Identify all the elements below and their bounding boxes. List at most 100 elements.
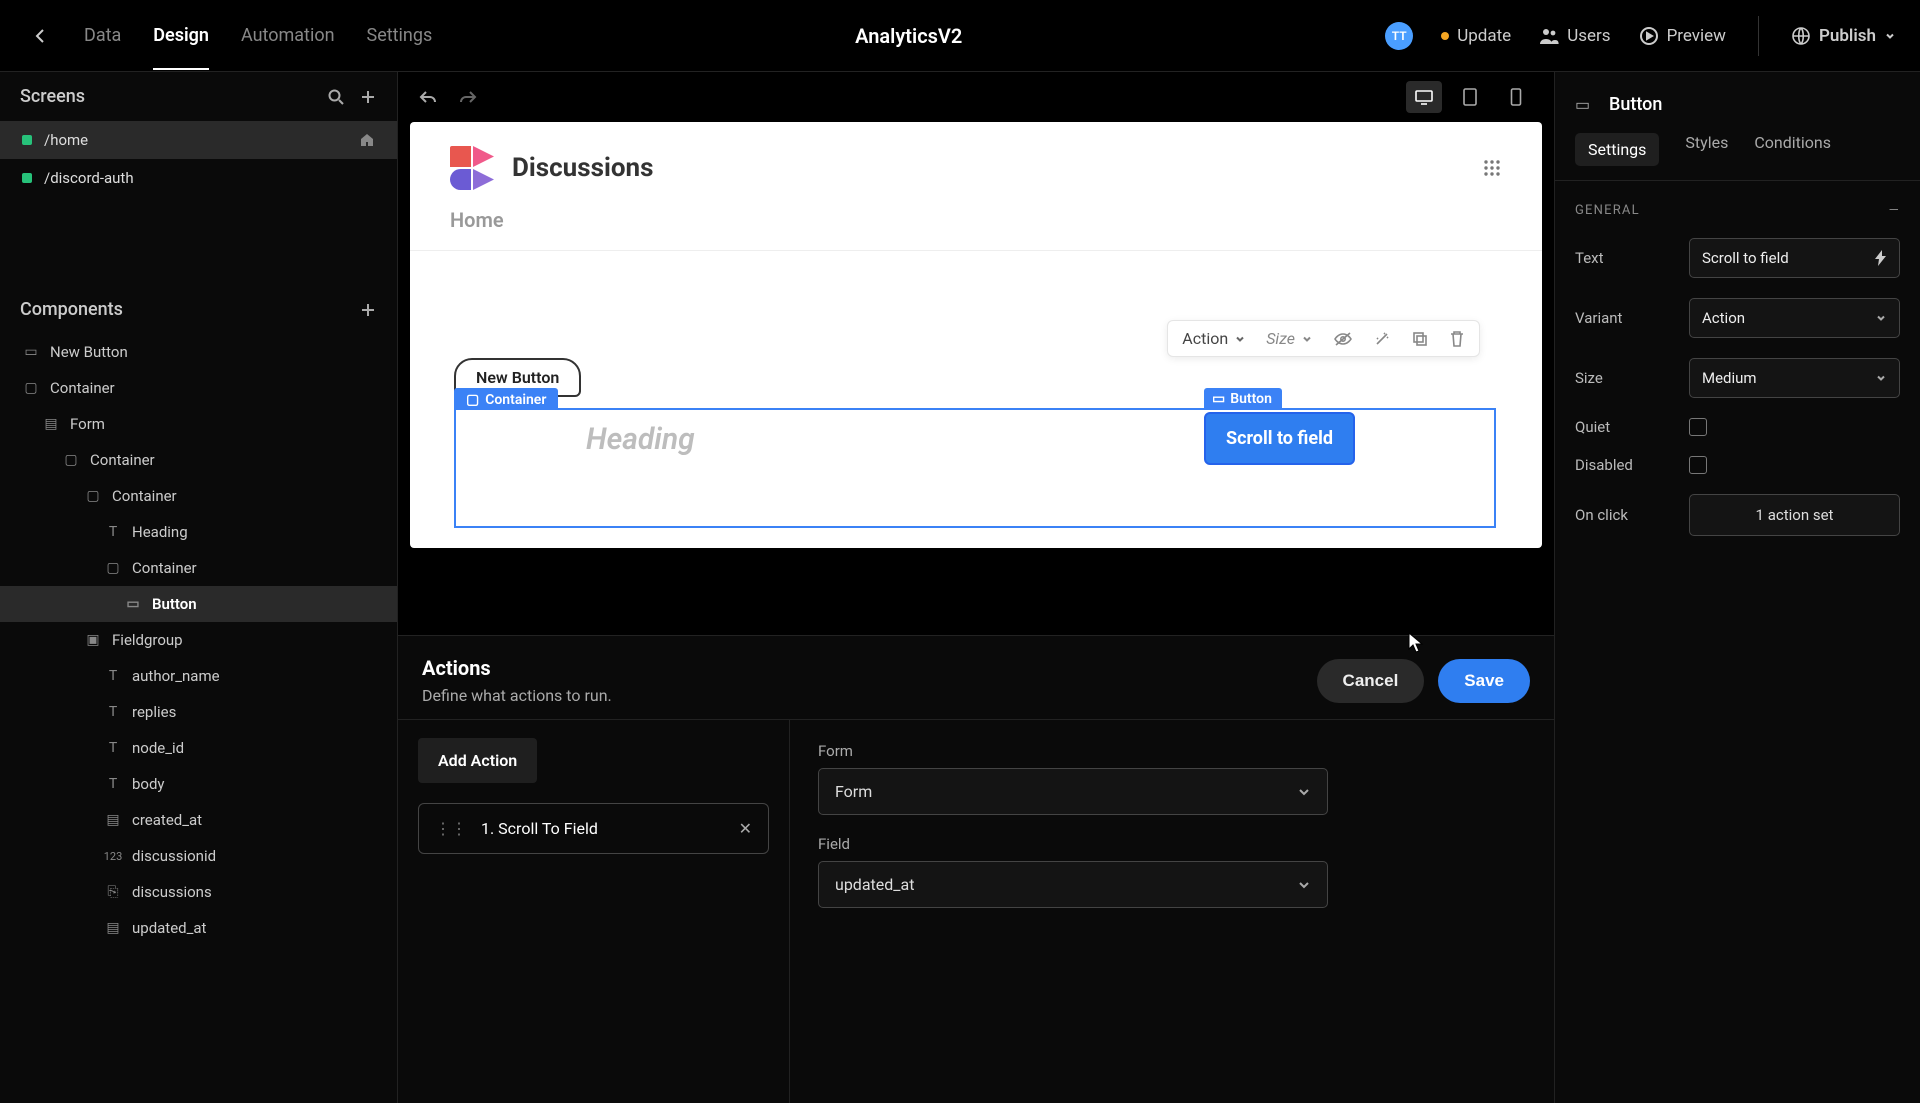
tree-container[interactable]: ▢Container (0, 370, 397, 406)
canvas[interactable]: Discussions Home Action Size New Button … (410, 122, 1542, 548)
rtab-conditions[interactable]: Conditions (1754, 133, 1831, 166)
tree-field[interactable]: Tbody (0, 766, 397, 802)
disabled-checkbox[interactable] (1689, 456, 1707, 474)
action-item-label: 1. Scroll To Field (481, 819, 725, 838)
heading-placeholder[interactable]: Heading (586, 422, 695, 457)
undo-button[interactable] (418, 88, 438, 106)
prop-text-label: Text (1575, 249, 1675, 267)
action-item[interactable]: ⋮⋮ 1. Scroll To Field ✕ (418, 803, 769, 854)
actions-subtitle: Define what actions to run. (422, 686, 612, 705)
tree-field[interactable]: Tauthor_name (0, 658, 397, 694)
prop-quiet-label: Quiet (1575, 418, 1675, 436)
publish-button[interactable]: Publish (1791, 26, 1896, 46)
tree-heading[interactable]: THeading (0, 514, 397, 550)
update-dot-icon (1441, 32, 1449, 40)
divider (1758, 16, 1759, 56)
save-button[interactable]: Save (1438, 659, 1530, 703)
magic-icon[interactable] (1373, 330, 1391, 348)
tree-field[interactable]: ▤updated_at (0, 910, 397, 946)
tree-label: Container (132, 559, 197, 577)
tree-label: Form (70, 415, 105, 433)
chevron-down-icon (1884, 30, 1896, 42)
back-button[interactable] (24, 20, 56, 52)
text-input[interactable]: Scroll to field (1689, 238, 1900, 278)
tree-label: discussions (132, 883, 212, 901)
text-icon: T (104, 776, 122, 792)
variant-select[interactable]: Action (1689, 298, 1900, 338)
rtab-styles[interactable]: Styles (1685, 133, 1728, 166)
tab-design[interactable]: Design (153, 1, 209, 70)
redo-button[interactable] (458, 88, 478, 106)
bolt-icon[interactable] (1875, 250, 1887, 266)
tree-field[interactable]: ▤created_at (0, 802, 397, 838)
quiet-checkbox[interactable] (1689, 418, 1707, 436)
add-screen-icon[interactable] (359, 88, 377, 106)
add-action-button[interactable]: Add Action (418, 738, 537, 783)
tree-new-button[interactable]: ▭New Button (0, 334, 397, 370)
field-select-value: updated_at (835, 875, 914, 894)
variant-label: Action (1182, 329, 1228, 348)
actions-title: Actions (422, 656, 612, 680)
tree-container[interactable]: ▢Container (0, 442, 397, 478)
search-screens-icon[interactable] (327, 88, 345, 106)
collapse-icon[interactable]: — (1889, 203, 1900, 218)
device-mobile[interactable] (1498, 81, 1534, 113)
container-icon: ▢ (84, 488, 102, 504)
canvas-scroll-button[interactable]: Scroll to field (1204, 412, 1355, 465)
center-area: Discussions Home Action Size New Button … (398, 72, 1554, 1103)
avatar[interactable]: TT (1385, 22, 1413, 50)
cancel-button[interactable]: Cancel (1317, 659, 1425, 703)
variant-select[interactable]: Action (1182, 329, 1246, 348)
screen-home[interactable]: /home (0, 121, 397, 159)
tab-automation[interactable]: Automation (241, 1, 335, 70)
remove-action-icon[interactable]: ✕ (739, 819, 752, 838)
element-type-label: Button (1609, 94, 1662, 115)
tree-form[interactable]: ▤Form (0, 406, 397, 442)
size-value: Medium (1702, 369, 1757, 387)
tab-settings[interactable]: Settings (367, 1, 433, 70)
rtab-settings[interactable]: Settings (1575, 133, 1659, 166)
form-select[interactable]: Form (818, 768, 1328, 815)
screen-discord-auth[interactable]: /discord-auth (0, 159, 397, 197)
preview-button[interactable]: Preview (1639, 26, 1726, 46)
size-select[interactable]: Size (1266, 329, 1313, 348)
onclick-actions-button[interactable]: 1 action set (1689, 494, 1900, 536)
tree-field[interactable]: ⎘discussions (0, 874, 397, 910)
button-tag[interactable]: ▭Button (1204, 388, 1282, 410)
tree-field[interactable]: Treplies (0, 694, 397, 730)
delete-icon[interactable] (1449, 330, 1465, 348)
canvas-apps-icon[interactable] (1482, 158, 1502, 178)
chevron-down-icon (1297, 785, 1311, 799)
tree-button-selected[interactable]: ▭Button (0, 586, 397, 622)
update-button[interactable]: Update (1441, 26, 1511, 46)
tree-field[interactable]: 123discussionid (0, 838, 397, 874)
device-desktop[interactable] (1406, 81, 1442, 113)
drag-handle-icon[interactable]: ⋮⋮ (435, 819, 467, 838)
chevron-down-icon (1875, 312, 1887, 324)
visibility-icon[interactable] (1333, 331, 1353, 347)
variant-value: Action (1702, 309, 1745, 327)
play-icon (1639, 26, 1659, 46)
tree-fieldgroup[interactable]: ▣Fieldgroup (0, 622, 397, 658)
prop-disabled-label: Disabled (1575, 456, 1675, 474)
button-icon: ▭ (124, 596, 142, 612)
field-select[interactable]: updated_at (818, 861, 1328, 908)
text-icon: T (104, 740, 122, 756)
tree-field[interactable]: Tnode_id (0, 730, 397, 766)
right-panel: ▭ Button Settings Styles Conditions GENE… (1554, 72, 1920, 1103)
tree-label: replies (132, 703, 176, 721)
duplicate-icon[interactable] (1411, 330, 1429, 348)
components-title: Components (20, 299, 123, 320)
tab-data[interactable]: Data (84, 1, 121, 70)
button-type-icon: ▭ (1575, 95, 1597, 114)
users-button[interactable]: Users (1539, 26, 1610, 46)
chevron-down-icon (1301, 333, 1313, 345)
tree-label: Heading (132, 523, 188, 541)
breadcrumb[interactable]: Home (410, 202, 1542, 250)
add-component-icon[interactable] (359, 301, 377, 319)
tree-container[interactable]: ▢Container (0, 478, 397, 514)
tree-container[interactable]: ▢Container (0, 550, 397, 586)
size-select[interactable]: Medium (1689, 358, 1900, 398)
tree-label: updated_at (132, 919, 206, 937)
device-tablet[interactable] (1452, 81, 1488, 113)
